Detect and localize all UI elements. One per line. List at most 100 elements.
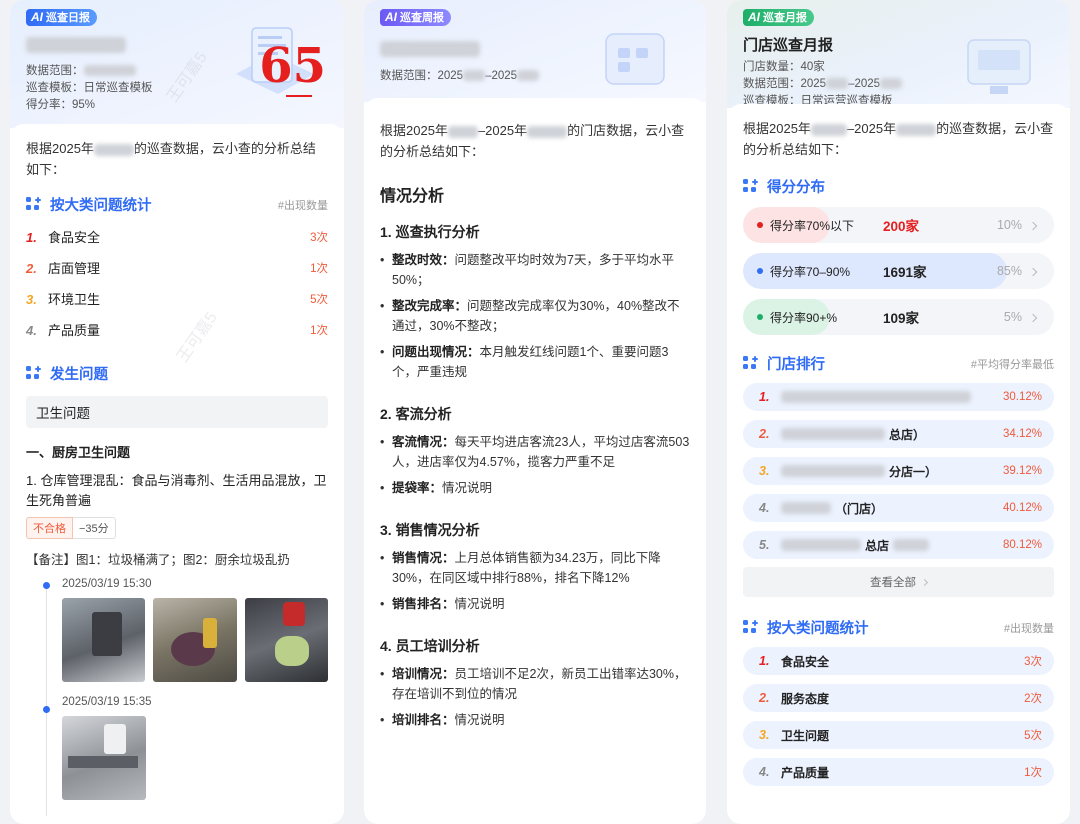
- daily-category-item[interactable]: 2. 店面管理 1次: [26, 252, 328, 283]
- category-count: 5次: [310, 293, 328, 306]
- store-rate: 39.12%: [1002, 465, 1042, 477]
- chevron-right-icon: [1028, 221, 1038, 231]
- daily-rate-value: 95%: [72, 99, 96, 111]
- bullet-rectification-time: 整改时效：问题整改平均时效为7天，多于平均水平50%；: [380, 250, 690, 290]
- bullet-sales-rank: 销售排名：情况说明: [380, 594, 690, 614]
- issue-badges: 不合格 −35分: [26, 517, 328, 539]
- monthly-tag: AI 巡查月报: [743, 8, 814, 26]
- distribution-row[interactable]: 得分率70–90% 1691家 85%: [743, 253, 1054, 289]
- issue-item[interactable]: 1. 仓库管理混乱：食品与消毒剂、生活用品混放，卫生死角普遍: [26, 471, 328, 511]
- section-inspection-heading: 1. 巡查执行分析: [380, 224, 480, 240]
- rank-number: 3.: [759, 728, 770, 742]
- store-rank-row[interactable]: 3. 分店一） 39.12%: [743, 457, 1054, 485]
- monthly-intro: 根据2025年 –2025年 的巡查数据，云小查的分析总结如下：: [743, 118, 1054, 160]
- store-rank-row[interactable]: 4. （门店） 40.12%: [743, 494, 1054, 522]
- rank-number: 1.: [26, 230, 37, 245]
- category-name: 环境卫生: [48, 292, 101, 307]
- weekly-range-start: 2025: [437, 70, 464, 82]
- storage-room-photo[interactable]: [62, 716, 146, 800]
- daily-category-item[interactable]: 3. 环境卫生 5次: [26, 283, 328, 314]
- store-rank-row[interactable]: 1. 30.12%: [743, 383, 1054, 411]
- rank-number: 4.: [759, 501, 770, 515]
- weekly-intro-mid: –2025年: [477, 123, 528, 138]
- category-name: 食品安全: [781, 654, 830, 669]
- bullet-value: 情况说明: [454, 713, 505, 727]
- monthly-range-label: 数据范围：: [743, 78, 801, 90]
- daily-range-label: 数据范围：: [26, 65, 84, 77]
- daily-tag-label: 巡查日报: [46, 12, 90, 24]
- category-name: 食品安全: [48, 230, 101, 245]
- counter-photo[interactable]: [244, 598, 328, 682]
- store-name-suffix: 总店）: [889, 427, 926, 442]
- issue-group-title: 卫生问题: [26, 396, 328, 428]
- section-training-heading: 4. 员工培训分析: [380, 638, 480, 654]
- daily-report-card[interactable]: AI 巡查日报 数据范围： 巡查模板：日常巡查模板 得分率：95% 65 王可嘉5…: [10, 0, 344, 824]
- ai-logo-icon: AI: [385, 10, 397, 24]
- ai-logo-icon: AI: [748, 10, 760, 24]
- monthly-range-end: –2025: [848, 78, 881, 90]
- store-ranking-hint: #平均得分率最低: [970, 358, 1054, 371]
- rank-number: 2.: [759, 691, 770, 705]
- daily-category-item[interactable]: 1. 食品安全 3次: [26, 221, 328, 252]
- store-rank-row[interactable]: 2. 总店） 34.12%: [743, 420, 1054, 448]
- distribution-pct: 5%: [1003, 310, 1022, 324]
- bullet-key: 培训排名：: [392, 713, 455, 727]
- see-all-label: 查看全部: [870, 577, 916, 589]
- timeline-dot: [43, 706, 50, 713]
- monthly-category-item[interactable]: 3. 卫生问题 5次: [743, 721, 1054, 749]
- bullet-key: 提袋率：: [392, 481, 443, 495]
- store-rate: 80.12%: [1002, 539, 1042, 551]
- distribution-pct: 10%: [996, 218, 1022, 232]
- see-all-button[interactable]: 查看全部: [743, 567, 1054, 597]
- timeline-dot: [43, 582, 50, 589]
- monthly-store-count-value: 40家: [800, 61, 825, 73]
- score-deduction-badge: −35分: [73, 517, 116, 539]
- analysis-heading: 情况分析: [380, 188, 445, 205]
- monthly-category-hint: #出现数量: [1003, 622, 1054, 635]
- distribution-value: 109家: [883, 311, 920, 326]
- bullet-key: 培训情况：: [392, 667, 455, 681]
- category-name: 服务态度: [781, 691, 830, 706]
- distribution-pct: 85%: [996, 264, 1022, 278]
- monthly-header: AI 巡查月报 门店巡查月报 门店数量：40家 数据范围：2025 –2025 巡查…: [727, 0, 1070, 108]
- rank-number: 4.: [759, 765, 770, 779]
- monthly-category-item[interactable]: 4. 产品质量 1次: [743, 758, 1054, 786]
- category-count: 1次: [310, 324, 328, 337]
- bullet-traffic: 客流情况：每天平均进店客流23人，平均过店客流503人，进店率仅为4.57%，揽…: [380, 432, 690, 472]
- distribution-row[interactable]: 得分率90+% 109家 5%: [743, 299, 1054, 335]
- monthly-range-start: 2025: [800, 78, 827, 90]
- score-distribution-header: 得分分布: [743, 176, 1054, 197]
- bullet-key: 问题出现情况：: [392, 345, 480, 359]
- monthly-intro-mid: –2025年: [846, 121, 897, 136]
- distribution-row[interactable]: 得分率70%以下 200家 10%: [743, 207, 1054, 243]
- category-count: 2次: [1024, 693, 1042, 705]
- weekly-intro: 根据2025年 –2025年 的门店数据，云小查的分析总结如下：: [380, 120, 690, 162]
- bullet-key: 销售情况：: [392, 551, 455, 565]
- score-underline: [286, 95, 312, 97]
- store-name-suffix: 总店: [865, 538, 890, 553]
- calendar-illustration-icon: [605, 33, 665, 85]
- photo-row: [62, 598, 328, 682]
- stats-icon: [743, 179, 760, 194]
- monthly-category-item[interactable]: 1. 食品安全 3次: [743, 647, 1054, 675]
- kitchen-waste-photo[interactable]: [153, 598, 237, 682]
- chevron-right-icon: [920, 578, 929, 586]
- photo-row: [62, 716, 328, 800]
- weekly-header: AI 巡查周报 数据范围：2025 –2025: [364, 0, 706, 102]
- daily-category-title: 按大类问题统计: [50, 198, 152, 214]
- monthly-category-item[interactable]: 2. 服务态度 2次: [743, 684, 1054, 712]
- bullet-key: 整改时效：: [392, 253, 455, 267]
- weekly-body: 根据2025年 –2025年 的门店数据，云小查的分析总结如下： 情况分析 1. 巡…: [364, 98, 706, 744]
- bullet-sales: 销售情况：上月总体销售额为34.23万，同比下降30%，在同区域中排行88%，排…: [380, 548, 690, 588]
- category-count: 1次: [310, 262, 328, 275]
- trash-bin-photo[interactable]: [62, 598, 146, 682]
- weekly-report-card[interactable]: AI 巡查周报 数据范围：2025 –2025 根据2025年 –2025年 的门店数据…: [364, 0, 706, 824]
- category-count: 1次: [1024, 767, 1042, 779]
- weekly-tag: AI 巡查周报: [380, 8, 451, 26]
- stats-icon: [743, 356, 760, 371]
- monthly-report-card[interactable]: AI 巡查月报 门店巡查月报 门店数量：40家 数据范围：2025 –2025 巡查…: [727, 0, 1070, 824]
- distribution-value: 200家: [883, 219, 920, 234]
- store-rank-row[interactable]: 5. 总店 80.12%: [743, 531, 1054, 559]
- category-name: 产品质量: [781, 765, 830, 780]
- stats-icon: [26, 197, 43, 212]
